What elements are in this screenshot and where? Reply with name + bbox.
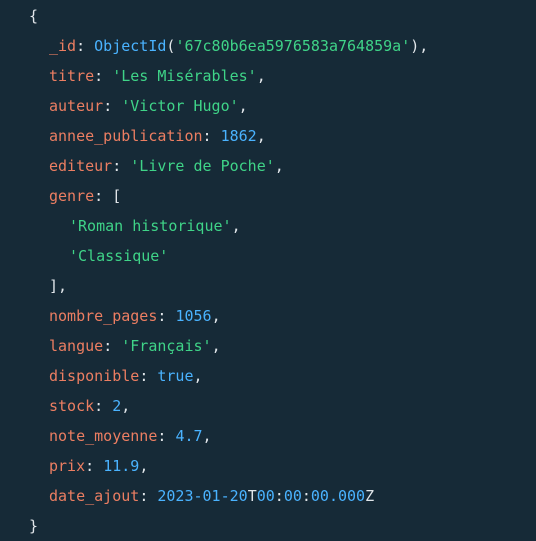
field-key: stock — [49, 397, 95, 415]
field-key: nombre_pages — [49, 307, 158, 325]
field-key: genre — [49, 187, 95, 205]
field-auteur: auteur: 'Victor Hugo', — [49, 97, 248, 115]
field-annee-publication: annee_publication: 1862, — [49, 127, 266, 145]
field-key: annee_publication — [49, 127, 203, 145]
field-value: true — [157, 367, 194, 385]
date-value-colon: : — [274, 487, 284, 505]
open-brace-line: { — [0, 1, 38, 31]
array-item-value: 'Roman historique' — [69, 217, 232, 235]
field-nombre-pages: nombre_pages: 1056, — [49, 307, 221, 325]
close-brace: } — [29, 517, 39, 535]
field-titre: titre: 'Les Misérables', — [49, 67, 266, 85]
genre-item: 'Roman historique', — [69, 217, 241, 235]
field-date-ajout: date_ajout: 2023-01-20T00:00:00.000Z — [49, 487, 375, 505]
field-value: 1056 — [175, 307, 212, 325]
field-value: 11.9 — [103, 457, 140, 475]
field-note-moyenne: note_moyenne: 4.7, — [49, 427, 212, 445]
date-value-date: 2023-01-20 — [157, 487, 248, 505]
field-key: editeur — [49, 157, 113, 175]
field-editeur: editeur: 'Livre de Poche', — [49, 157, 284, 175]
date-value-minutes: 00 — [283, 487, 302, 505]
field-id: _id: ObjectId('67c80b6ea5976583a764859a'… — [49, 37, 429, 55]
array-close-bracket: ], — [49, 277, 68, 295]
field-value: 'Victor Hugo' — [121, 97, 239, 115]
date-value-t: T — [247, 487, 257, 505]
field-key: date_ajout — [49, 487, 140, 505]
genre-item: 'Classique' — [0, 241, 168, 271]
objectid-function: ObjectId — [94, 37, 167, 55]
field-value: 4.7 — [175, 427, 203, 445]
array-close-line: ], — [0, 271, 67, 301]
field-value: '67c80b6ea5976583a764859a' — [175, 37, 411, 55]
field-langue: langue: 'Français', — [49, 337, 221, 355]
document-viewer: { _id: ObjectId('67c80b6ea5976583a764859… — [0, 0, 536, 535]
field-key: auteur — [49, 97, 104, 115]
field-stock: stock: 2, — [49, 397, 131, 415]
field-value: 1862 — [220, 127, 257, 145]
field-value: 'Les Misérables' — [112, 67, 257, 85]
array-open-bracket: [ — [112, 187, 122, 205]
close-brace-line: } — [0, 511, 38, 541]
field-disponible: disponible: true, — [49, 367, 203, 385]
field-key: titre — [49, 67, 95, 85]
array-item-value: 'Classique' — [69, 247, 169, 265]
date-value-seconds: 00.000 — [310, 487, 366, 505]
field-genre: genre: [ — [49, 187, 122, 205]
open-brace: { — [29, 7, 39, 25]
field-value: 'Français' — [121, 337, 212, 355]
date-value-z: Z — [365, 487, 375, 505]
field-key: langue — [49, 337, 104, 355]
field-key: note_moyenne — [49, 427, 158, 445]
date-value-colon: : — [301, 487, 311, 505]
field-key: _id — [49, 37, 77, 55]
field-prix: prix: 11.9, — [49, 457, 149, 475]
date-value-hours: 00 — [256, 487, 275, 505]
field-key: disponible — [49, 367, 140, 385]
field-key: prix — [49, 457, 86, 475]
field-value: 2 — [112, 397, 122, 415]
field-value: 'Livre de Poche' — [130, 157, 275, 175]
